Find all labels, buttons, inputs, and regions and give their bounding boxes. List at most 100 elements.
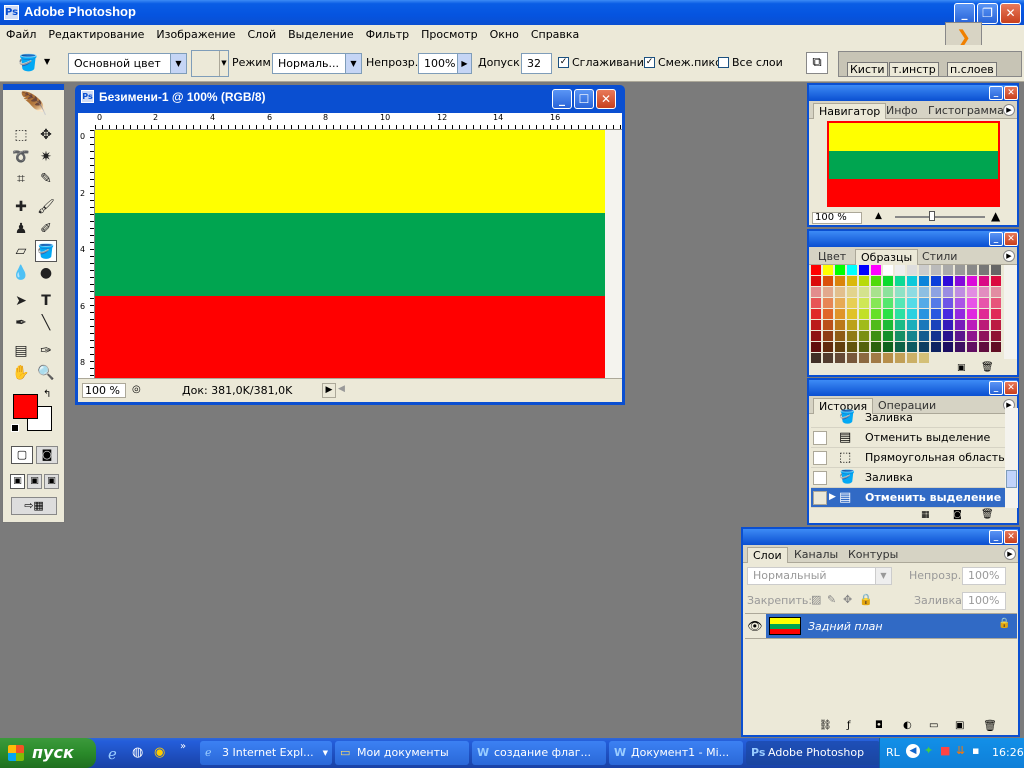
media-quicklaunch-icon[interactable]: ◉: [154, 745, 165, 760]
palette-well-tab-layer-comps[interactable]: п.слоев: [947, 62, 997, 76]
paint-bucket-tool-icon[interactable]: 🪣: [35, 240, 57, 262]
color-swatch[interactable]: [955, 276, 965, 286]
color-swatch[interactable]: [895, 276, 905, 286]
color-swatch[interactable]: [931, 265, 941, 275]
color-swatch[interactable]: [871, 287, 881, 297]
start-button[interactable]: пуск: [0, 738, 96, 768]
lock-position-icon[interactable]: ✥: [843, 593, 852, 606]
panel-menu-icon[interactable]: ▶: [1004, 548, 1016, 560]
color-swatch[interactable]: [847, 265, 857, 275]
tab-color[interactable]: Цвет: [813, 249, 851, 265]
color-swatch[interactable]: [859, 353, 869, 363]
panel-close-button[interactable]: ✕: [1004, 86, 1018, 100]
color-swatch[interactable]: [943, 265, 953, 275]
color-swatch[interactable]: [979, 320, 989, 330]
color-swatch[interactable]: [811, 320, 821, 330]
color-swatch[interactable]: [859, 331, 869, 341]
color-swatch[interactable]: [979, 287, 989, 297]
color-swatch[interactable]: [835, 331, 845, 341]
color-swatch[interactable]: [823, 353, 833, 363]
paint-bucket-tool-preset-icon[interactable]: 🪣: [18, 53, 38, 72]
adjustment-layer-icon[interactable]: ◐: [903, 720, 912, 731]
color-swatch[interactable]: [871, 342, 881, 352]
tab-navigator[interactable]: Навигатор: [813, 103, 887, 119]
navigator-zoom[interactable]: 100 %: [812, 212, 862, 224]
color-swatch[interactable]: [847, 309, 857, 319]
menu-file[interactable]: Файл: [0, 25, 42, 45]
color-swatch[interactable]: [811, 342, 821, 352]
color-swatch[interactable]: [883, 320, 893, 330]
crop-tool-icon[interactable]: ⌗: [10, 168, 32, 190]
quicklaunch-more-icon[interactable]: »: [180, 741, 186, 752]
color-swatch[interactable]: [811, 287, 821, 297]
color-swatch[interactable]: [895, 265, 905, 275]
color-swatch[interactable]: [943, 298, 953, 308]
new-layer-icon[interactable]: ▣: [955, 720, 964, 731]
swatches-scrollbar[interactable]: [1004, 265, 1017, 359]
tab-swatches[interactable]: Образцы: [855, 249, 919, 265]
clone-stamp-tool-icon[interactable]: ♟: [10, 218, 32, 240]
color-swatch[interactable]: [955, 309, 965, 319]
color-swatch[interactable]: [847, 331, 857, 341]
color-swatch[interactable]: [883, 331, 893, 341]
standard-mode-button[interactable]: ▢: [11, 446, 33, 464]
color-swatch[interactable]: [883, 298, 893, 308]
menu-select[interactable]: Выделение: [282, 25, 360, 45]
layer-mask-icon[interactable]: ◘: [875, 720, 883, 731]
line-tool-icon[interactable]: ╲: [35, 312, 57, 334]
ie-quicklaunch-icon[interactable]: ℯ: [108, 745, 117, 763]
color-swatch[interactable]: [955, 298, 965, 308]
panel-close-button[interactable]: ✕: [1004, 381, 1018, 395]
status-info-icon[interactable]: ◎: [132, 384, 141, 395]
color-swatch[interactable]: [943, 276, 953, 286]
restore-button[interactable]: ❐: [977, 3, 998, 24]
color-swatch[interactable]: [823, 331, 833, 341]
tolerance-input[interactable]: 32: [521, 53, 552, 74]
menu-window[interactable]: Окно: [484, 25, 525, 45]
default-colors-icon[interactable]: [11, 424, 19, 432]
menu-layer[interactable]: Слой: [242, 25, 283, 45]
color-swatch[interactable]: [847, 276, 857, 286]
panel-close-button[interactable]: ✕: [1004, 232, 1018, 246]
color-swatch[interactable]: [967, 309, 977, 319]
menu-image[interactable]: Изображение: [150, 25, 241, 45]
new-group-icon[interactable]: ▭: [929, 720, 938, 731]
tray-app-icon[interactable]: ✦: [924, 744, 933, 757]
tray-antivirus-icon[interactable]: ■: [940, 744, 950, 757]
color-swatch[interactable]: [907, 342, 917, 352]
color-swatch[interactable]: [895, 320, 905, 330]
new-document-from-state-icon[interactable]: ▦: [921, 510, 930, 520]
history-item-selected[interactable]: ▶ ▤ Отменить выделение: [811, 488, 1005, 508]
color-swatch[interactable]: [967, 320, 977, 330]
status-menu-arrow-icon[interactable]: ▶: [322, 383, 336, 398]
quick-mask-mode-button[interactable]: ◙: [36, 446, 58, 464]
color-swatch[interactable]: [967, 342, 977, 352]
color-swatch[interactable]: [967, 287, 977, 297]
swap-colors-icon[interactable]: ↰: [43, 389, 51, 400]
panel-minimize-button[interactable]: _: [989, 86, 1003, 100]
color-swatch[interactable]: [919, 342, 929, 352]
new-swatch-icon[interactable]: ▣: [957, 363, 966, 373]
color-swatch[interactable]: [847, 287, 857, 297]
layer-visibility-eye-icon[interactable]: 👁: [745, 614, 765, 638]
color-swatch[interactable]: [943, 331, 953, 341]
history-item[interactable]: 🪣 Заливка: [811, 468, 1005, 488]
color-swatch[interactable]: [943, 342, 953, 352]
tab-histogram[interactable]: Гистограмма: [923, 103, 1009, 119]
zoom-out-icon[interactable]: ▲: [875, 211, 882, 221]
color-swatch[interactable]: [907, 320, 917, 330]
color-swatch[interactable]: [847, 298, 857, 308]
color-swatch[interactable]: [871, 298, 881, 308]
color-swatch[interactable]: [955, 265, 965, 275]
color-swatch[interactable]: [943, 287, 953, 297]
history-item[interactable]: ⬚ Прямоугольная область: [811, 448, 1005, 468]
color-swatch[interactable]: [895, 342, 905, 352]
taskbar-button-photoshop[interactable]: Ps Adobe Photoshop: [746, 741, 880, 765]
panel-minimize-button[interactable]: _: [989, 381, 1003, 395]
screen-mode-full-menu-button[interactable]: ▣: [27, 474, 42, 489]
color-swatch[interactable]: [979, 342, 989, 352]
lock-image-icon[interactable]: ✎: [827, 593, 836, 606]
magic-wand-tool-icon[interactable]: ✷: [35, 146, 57, 168]
vertical-scrollbar[interactable]: [605, 130, 622, 378]
color-swatch[interactable]: [967, 265, 977, 275]
